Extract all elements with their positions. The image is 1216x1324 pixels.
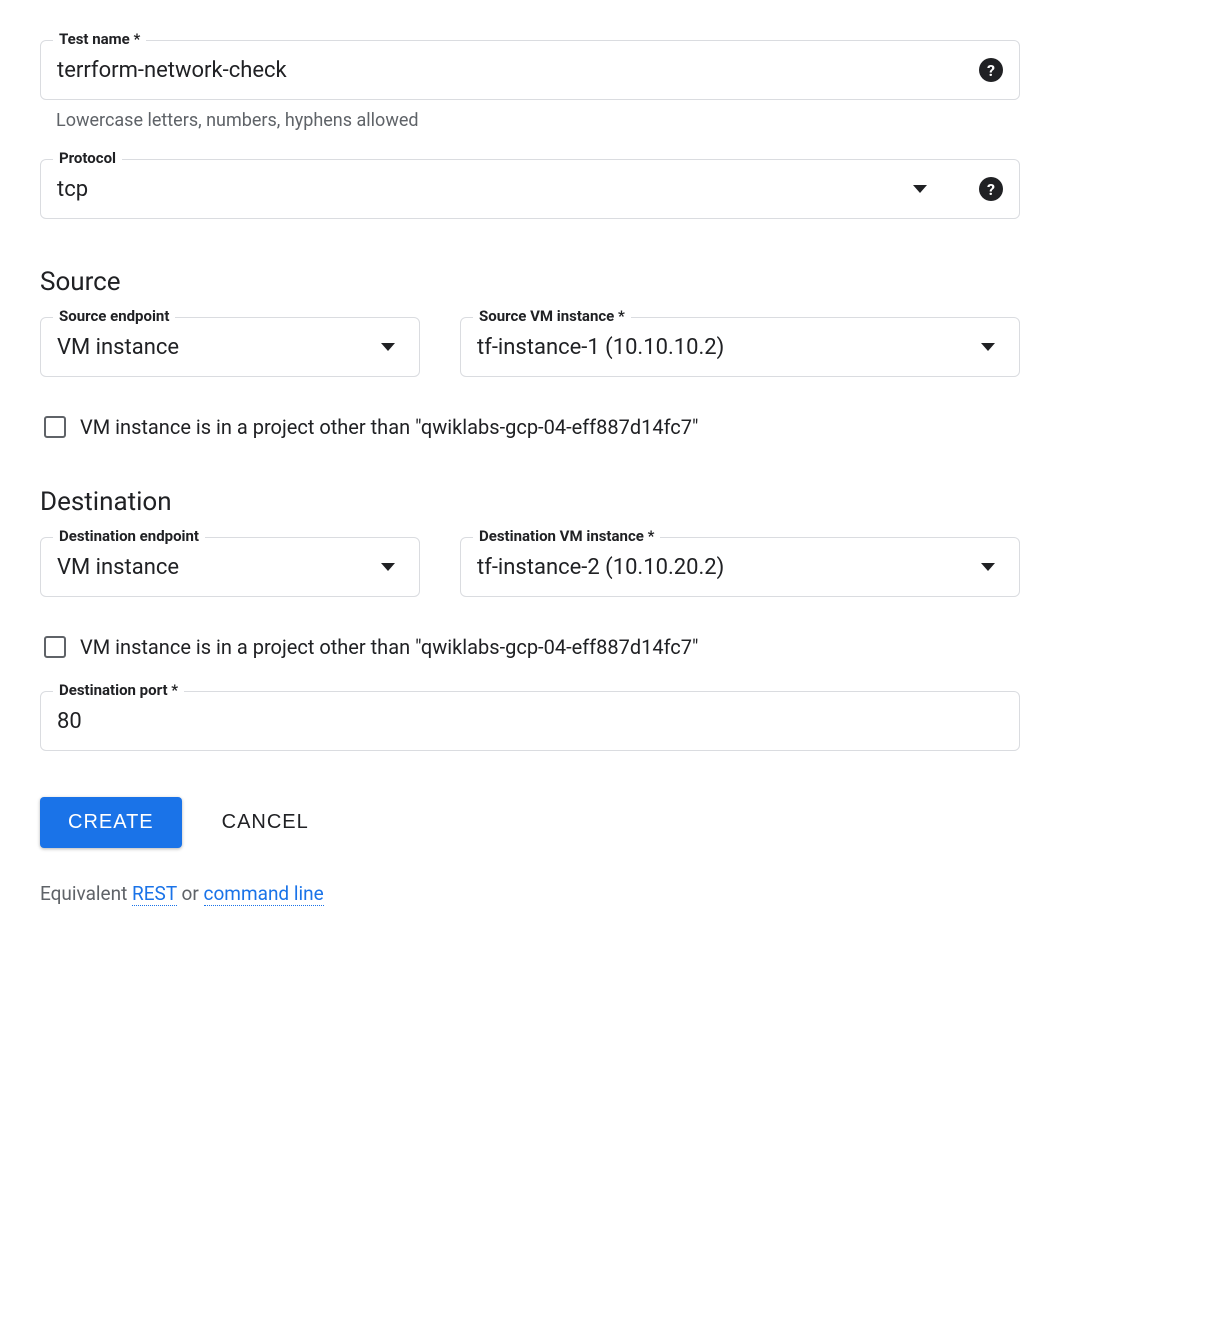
help-icon[interactable]: ? [979, 58, 1003, 82]
destination-port-label: Destination port * [53, 681, 184, 699]
protocol-field-wrap: Protocol tcp ? [40, 159, 1020, 219]
source-endpoint-value: VM instance [57, 335, 381, 360]
destination-other-project-row: VM instance is in a project other than "… [44, 635, 1020, 659]
rest-link[interactable]: REST [132, 882, 177, 906]
test-name-label: Test name * [53, 30, 146, 48]
destination-port-field[interactable]: Destination port * [40, 691, 1020, 751]
destination-port-input[interactable] [57, 709, 1003, 734]
chevron-down-icon [381, 343, 395, 351]
source-vm-label: Source VM instance * [473, 307, 631, 325]
help-icon[interactable]: ? [979, 177, 1003, 201]
source-vm-value: tf-instance-1 (10.10.10.2) [477, 335, 981, 360]
command-line-link[interactable]: command line [204, 882, 324, 906]
test-name-hint: Lowercase letters, numbers, hyphens allo… [56, 110, 1020, 131]
destination-endpoint-label: Destination endpoint [53, 527, 205, 545]
destination-endpoint-select[interactable]: Destination endpoint VM instance [40, 537, 420, 597]
source-endpoint-label: Source endpoint [53, 307, 175, 325]
source-endpoint-select[interactable]: Source endpoint VM instance [40, 317, 420, 377]
destination-vm-label: Destination VM instance * [473, 527, 660, 545]
source-vm-wrap: Source VM instance * tf-instance-1 (10.1… [460, 317, 1020, 377]
create-button[interactable]: CREATE [40, 797, 182, 848]
destination-endpoint-wrap: Destination endpoint VM instance [40, 537, 420, 597]
chevron-down-icon [981, 563, 995, 571]
destination-heading: Destination [40, 487, 1020, 517]
source-other-project-checkbox[interactable] [44, 416, 66, 438]
protocol-label: Protocol [53, 149, 122, 167]
cancel-button[interactable]: CANCEL [222, 811, 309, 834]
protocol-value: tcp [57, 177, 913, 202]
source-row: Source endpoint VM instance Source VM in… [40, 317, 1020, 377]
chevron-down-icon [381, 563, 395, 571]
equivalent-or: or [177, 882, 204, 905]
equivalent-row: Equivalent REST or command line [40, 882, 1020, 905]
destination-vm-value: tf-instance-2 (10.10.20.2) [477, 555, 981, 580]
destination-port-wrap: Destination port * [40, 691, 1020, 751]
actions-row: CREATE CANCEL [40, 797, 1020, 848]
destination-endpoint-value: VM instance [57, 555, 381, 580]
chevron-down-icon [913, 185, 927, 193]
connectivity-test-form: Test name * ? Lowercase letters, numbers… [40, 40, 1020, 905]
destination-vm-select[interactable]: Destination VM instance * tf-instance-2 … [460, 537, 1020, 597]
protocol-select[interactable]: Protocol tcp ? [40, 159, 1020, 219]
equivalent-prefix: Equivalent [40, 882, 132, 905]
destination-vm-wrap: Destination VM instance * tf-instance-2 … [460, 537, 1020, 597]
destination-other-project-checkbox[interactable] [44, 636, 66, 658]
source-heading: Source [40, 267, 1020, 297]
source-other-project-label: VM instance is in a project other than "… [80, 415, 698, 439]
test-name-field-wrap: Test name * ? [40, 40, 1020, 100]
chevron-down-icon [981, 343, 995, 351]
destination-other-project-label: VM instance is in a project other than "… [80, 635, 698, 659]
source-endpoint-wrap: Source endpoint VM instance [40, 317, 420, 377]
destination-row: Destination endpoint VM instance Destina… [40, 537, 1020, 597]
source-other-project-row: VM instance is in a project other than "… [44, 415, 1020, 439]
source-vm-select[interactable]: Source VM instance * tf-instance-1 (10.1… [460, 317, 1020, 377]
test-name-field[interactable]: Test name * ? [40, 40, 1020, 100]
test-name-input[interactable] [57, 58, 963, 83]
